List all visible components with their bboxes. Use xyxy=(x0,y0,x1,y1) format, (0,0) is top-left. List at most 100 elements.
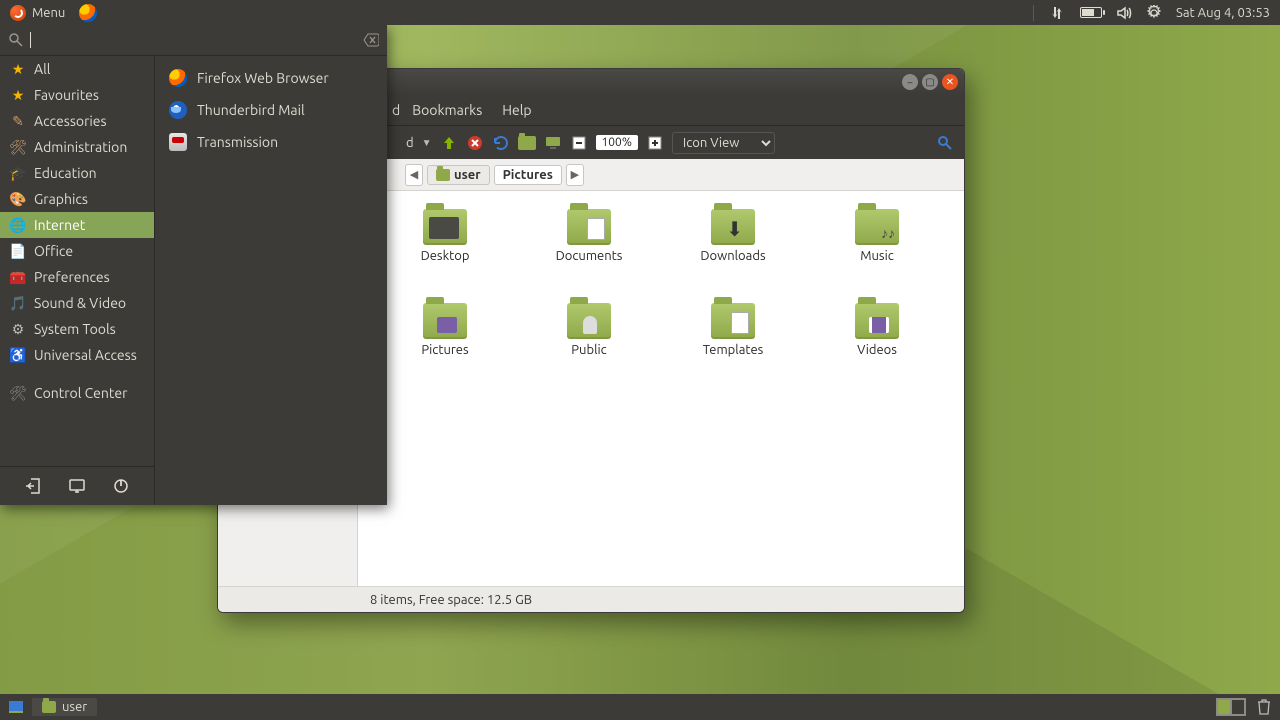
reload-icon[interactable] xyxy=(492,134,510,152)
app-label: Transmission xyxy=(197,134,278,150)
home-folder-icon[interactable] xyxy=(518,134,536,152)
folder-label: Music xyxy=(860,249,894,263)
workspace-switcher[interactable] xyxy=(1216,698,1246,716)
document-emblem-icon xyxy=(587,218,605,240)
category-sound-video[interactable]: 🎵Sound & Video xyxy=(0,290,154,316)
menu-button[interactable]: Menu xyxy=(0,0,75,25)
search-icon xyxy=(8,32,24,48)
ubuntu-logo-icon xyxy=(10,5,26,21)
app-label: Firefox Web Browser xyxy=(197,70,329,86)
preferences-icon: 🧰 xyxy=(10,269,26,285)
zoom-out-icon[interactable] xyxy=(570,134,588,152)
category-all[interactable]: ★All xyxy=(0,56,154,82)
folder-pictures[interactable]: Pictures xyxy=(378,303,512,393)
icon-grid[interactable]: Desktop Documents ⬇Downloads ♪Music Pict… xyxy=(358,191,964,586)
zoom-in-icon[interactable] xyxy=(646,134,664,152)
path-back-button[interactable]: ◀ xyxy=(405,164,423,186)
menu-help[interactable]: Help xyxy=(494,99,539,121)
lock-screen-icon[interactable] xyxy=(68,477,86,495)
app-transmission[interactable]: Transmission xyxy=(155,126,387,158)
folder-downloads[interactable]: ⬇Downloads xyxy=(666,209,800,299)
view-mode-select[interactable]: Icon View xyxy=(672,132,775,154)
chevron-down-icon[interactable]: ▼ xyxy=(422,137,432,149)
clock[interactable]: Sat Aug 4, 03:53 xyxy=(1176,6,1270,20)
top-panel: Menu Sat Aug 4, 03:53 xyxy=(0,0,1280,25)
application-menu: ★All ★ Favourites ✎Accessories 🛠 Administr… xyxy=(0,25,387,505)
category-label: Office xyxy=(34,243,73,259)
category-accessories[interactable]: ✎Accessories xyxy=(0,108,154,134)
zoom-level: 100% xyxy=(596,135,638,150)
folder-label: Desktop xyxy=(421,249,470,263)
folder-desktop[interactable]: Desktop xyxy=(378,209,512,299)
app-firefox[interactable]: Firefox Web Browser xyxy=(155,62,387,94)
folder-public[interactable]: Public xyxy=(522,303,656,393)
wrench-icon: 🛠 xyxy=(10,139,26,155)
category-office[interactable]: 📄Office xyxy=(0,238,154,264)
computer-icon[interactable] xyxy=(544,134,562,152)
accessories-icon: ✎ xyxy=(10,113,26,129)
menubar-item-d-suffix[interactable]: d xyxy=(392,102,400,118)
folder-label: Templates xyxy=(703,343,764,357)
path-forward-button[interactable]: ▶ xyxy=(566,164,584,186)
star-icon: ★ xyxy=(10,87,26,103)
category-label: Preferences xyxy=(34,269,110,285)
transmission-icon xyxy=(169,133,187,151)
menu-search-row xyxy=(0,25,387,56)
menu-bookmarks[interactable]: Bookmarks xyxy=(404,99,490,121)
up-arrow-icon[interactable] xyxy=(440,134,458,152)
category-education[interactable]: 🎓 Education xyxy=(0,160,154,186)
firefox-icon xyxy=(169,69,187,87)
accessibility-icon: ♿ xyxy=(10,347,26,363)
firefox-launcher[interactable] xyxy=(75,0,107,25)
globe-icon: 🌐 xyxy=(10,217,26,233)
category-label: Administration xyxy=(34,139,127,155)
stop-icon[interactable] xyxy=(466,134,484,152)
window-close-button[interactable]: ✕ xyxy=(942,74,958,90)
volume-icon[interactable] xyxy=(1116,5,1132,21)
clear-search-icon[interactable] xyxy=(363,32,379,48)
home-chip-icon xyxy=(436,169,450,181)
category-label: System Tools xyxy=(34,321,116,337)
category-internet[interactable]: 🌐Internet xyxy=(0,212,154,238)
control-center[interactable]: 🛠Control Center xyxy=(0,380,154,406)
taskbar-window-user[interactable]: user xyxy=(32,698,97,716)
folder-music[interactable]: ♪Music xyxy=(810,209,944,299)
folder-videos[interactable]: Videos xyxy=(810,303,944,393)
category-preferences[interactable]: 🧰 Preferences xyxy=(0,264,154,290)
path-label: user xyxy=(454,168,481,182)
category-label: Favourites xyxy=(34,87,99,103)
path-segment-pictures[interactable]: Pictures xyxy=(494,165,562,185)
folder-documents[interactable]: Documents xyxy=(522,209,656,299)
category-system-tools[interactable]: ⚙ System Tools xyxy=(0,316,154,342)
menu-search-input[interactable] xyxy=(37,29,357,51)
show-desktop-icon[interactable] xyxy=(8,699,24,715)
path-segment-user[interactable]: user xyxy=(427,165,490,185)
settings-gear-icon[interactable] xyxy=(1146,5,1162,21)
category-label: Education xyxy=(34,165,97,181)
folder-templates[interactable]: Templates xyxy=(666,303,800,393)
folder-icon xyxy=(42,701,56,713)
power-icon[interactable] xyxy=(112,477,130,495)
folder-label: Videos xyxy=(857,343,897,357)
category-list: ★All ★ Favourites ✎Accessories 🛠 Administr… xyxy=(0,56,155,505)
category-favourites[interactable]: ★ Favourites xyxy=(0,82,154,108)
app-thunderbird[interactable]: Thunderbird Mail xyxy=(155,94,387,126)
control-center-icon: 🛠 xyxy=(10,385,26,401)
window-maximize-button[interactable]: ▢ xyxy=(922,74,938,90)
logout-icon[interactable] xyxy=(24,477,42,495)
gear-icon: ⚙ xyxy=(10,321,26,337)
category-administration[interactable]: 🛠 Administration xyxy=(0,134,154,160)
window-minimize-button[interactable]: – xyxy=(902,74,918,90)
videos-emblem-icon xyxy=(869,317,889,333)
star-icon: ★ xyxy=(10,61,26,77)
search-icon[interactable] xyxy=(936,134,954,152)
templates-emblem-icon xyxy=(731,312,749,334)
trash-icon[interactable] xyxy=(1256,698,1272,716)
category-universal-access[interactable]: ♿Universal Access xyxy=(0,342,154,368)
category-graphics[interactable]: 🎨Graphics xyxy=(0,186,154,212)
category-label: Graphics xyxy=(34,191,88,207)
network-icon[interactable] xyxy=(1050,5,1066,21)
education-icon: 🎓 xyxy=(10,165,26,181)
app-label: Thunderbird Mail xyxy=(197,102,305,118)
battery-icon[interactable] xyxy=(1080,7,1102,18)
